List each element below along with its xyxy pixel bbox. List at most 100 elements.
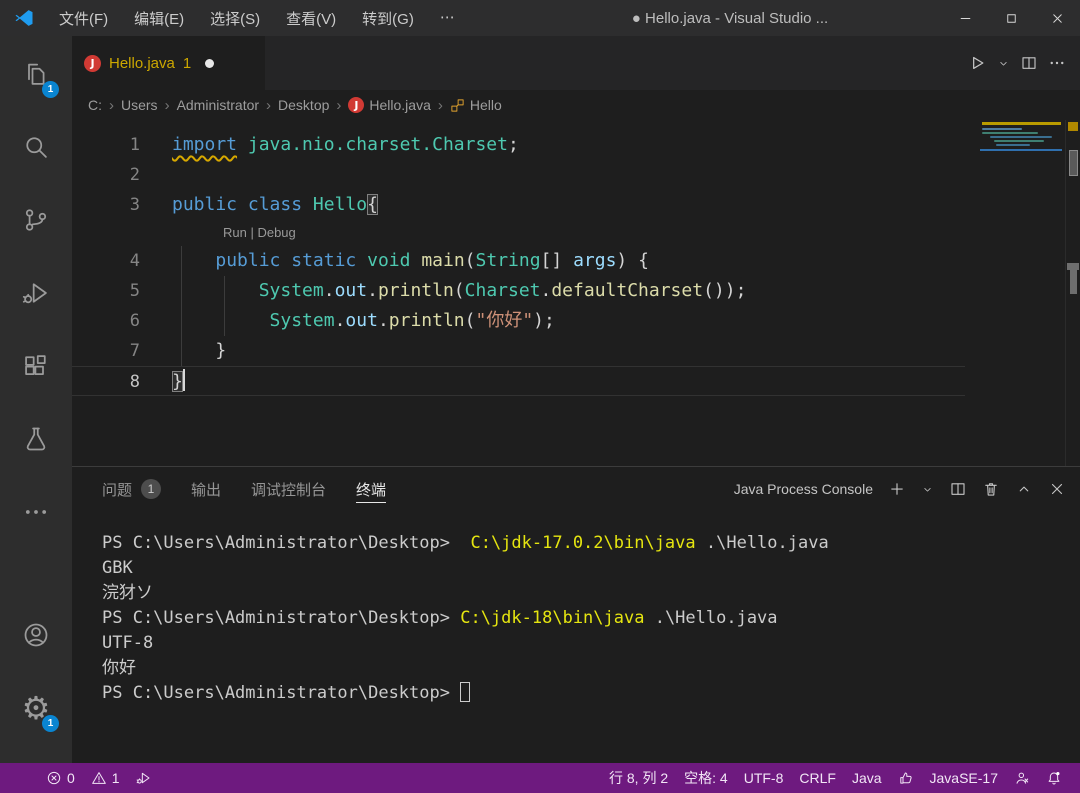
- window-title: ● Hello.java - Visual Studio ...: [631, 9, 829, 27]
- statusbar-eol[interactable]: CRLF: [791, 763, 844, 793]
- statusbar-cursor-position[interactable]: 行 8, 列 2: [601, 763, 676, 793]
- split-editor-button[interactable]: [1020, 54, 1038, 72]
- minimize-button[interactable]: [942, 0, 988, 36]
- tab-output[interactable]: 输出: [191, 467, 221, 511]
- breadcrumb-item-users[interactable]: Users: [121, 97, 158, 113]
- activitybar-item-run-and-debug[interactable]: [12, 269, 60, 317]
- terminal-line: UTF-8: [102, 631, 1080, 656]
- maximize-button[interactable]: [988, 0, 1034, 36]
- code-area: 1 import java.nio.charset.Charset; 2 3 publi…: [72, 130, 965, 396]
- line-number[interactable]: 7: [72, 336, 172, 366]
- statusbar-language-mode[interactable]: Java: [844, 763, 890, 793]
- chevron-down-small-icon: [997, 57, 1010, 70]
- breadcrumb-item-desktop[interactable]: Desktop: [278, 97, 329, 113]
- code-token: {: [367, 194, 378, 215]
- breadcrumb-separator: ›: [336, 96, 342, 114]
- more-actions-button[interactable]: [1048, 54, 1066, 72]
- close-icon: [1050, 11, 1065, 26]
- breadcrumb-label: C:: [88, 97, 102, 113]
- terminal-text: PS C:\Users\Administrator\Desktop>: [102, 683, 461, 703]
- code-text: System.out.println("你好");: [172, 306, 555, 336]
- line-number[interactable]: 8: [72, 367, 172, 395]
- modified-dot-icon[interactable]: [205, 58, 215, 68]
- testing-icon: [22, 425, 50, 453]
- breadcrumb-item-hellojava[interactable]: J Hello.java: [348, 97, 431, 113]
- vscode-window: 文件(F) 编辑(E) 选择(S) 查看(V) 转到(G) ⋯ ● Hello.java …: [0, 0, 1080, 793]
- menu-item[interactable]: 查看(V): [273, 5, 349, 32]
- activitybar-item-additional-views[interactable]: [12, 488, 60, 536]
- line-number[interactable]: 6: [72, 306, 172, 336]
- minimap[interactable]: [980, 120, 1066, 466]
- line-number[interactable]: 5: [72, 276, 172, 306]
- activitybar-item-source-control[interactable]: [12, 196, 60, 244]
- line-number[interactable]: 4: [72, 246, 172, 276]
- activitybar-item-extensions[interactable]: [12, 342, 60, 390]
- code-token: args: [573, 250, 617, 271]
- menu-item[interactable]: ⋯: [427, 5, 468, 32]
- run-button[interactable]: [967, 53, 987, 73]
- activitybar-item-testing[interactable]: [12, 415, 60, 463]
- close-panel-button[interactable]: [1048, 480, 1066, 498]
- tab-terminal[interactable]: 终端: [356, 467, 387, 511]
- terminal-session-select[interactable]: Java Process Console: [727, 481, 873, 497]
- line-number[interactable]: 3: [72, 190, 172, 220]
- menu-item[interactable]: 文件(F): [46, 5, 121, 32]
- breadcrumb-item-hello[interactable]: Hello: [450, 97, 502, 113]
- close-button[interactable]: [1034, 0, 1080, 36]
- statusbar-feedback[interactable]: [890, 763, 922, 793]
- activitybar-item-settings[interactable]: ⚙ 1: [12, 684, 60, 732]
- thumbs-up-icon: [898, 770, 914, 786]
- statusbar-problems-warnings[interactable]: 1: [83, 763, 128, 793]
- menu-item[interactable]: 编辑(E): [121, 5, 197, 32]
- code-text: public class Hello{: [172, 190, 378, 220]
- activitybar-item-search[interactable]: [12, 123, 60, 171]
- terminal-dropdown[interactable]: [921, 483, 934, 496]
- text-cursor: [182, 369, 185, 391]
- breadcrumb-item-c[interactable]: C:: [88, 97, 102, 113]
- code-text: import java.nio.charset.Charset;: [172, 130, 519, 160]
- statusbar-indentation[interactable]: 空格: 4: [676, 763, 736, 793]
- plus-icon: [888, 480, 906, 498]
- codelens-run-debug[interactable]: Run | Debug: [72, 220, 965, 246]
- line-number[interactable]: 2: [72, 160, 172, 190]
- code-line: 5 System.out.println(Charset.defaultChar…: [72, 276, 965, 306]
- status-bar: 01 行 8, 列 2 空格: 4 UTF-8 CRLF Java JavaSE-17: [0, 763, 1080, 793]
- code-token: defaultCharset: [551, 280, 704, 301]
- code-token: System: [269, 310, 335, 331]
- maximize-panel-button[interactable]: [1015, 480, 1033, 498]
- terminal-output[interactable]: PS C:\Users\Administrator\Desktop> C:\jd…: [72, 511, 1080, 763]
- tab-hello-java[interactable]: J Hello.java 1: [72, 36, 265, 90]
- tab-problems[interactable]: 问题 1: [102, 467, 162, 511]
- kill-terminal-button[interactable]: [982, 480, 1000, 498]
- terminal-text: UTF-8: [102, 633, 154, 653]
- activitybar-item-accounts[interactable]: [12, 611, 60, 659]
- breadcrumb-item-administrator[interactable]: Administrator: [177, 97, 259, 113]
- statusbar-problems-errors[interactable]: 0: [38, 763, 83, 793]
- code-token: main: [421, 250, 465, 271]
- split-terminal-button[interactable]: [949, 480, 967, 498]
- statusbar-java-runtime[interactable]: JavaSE-17: [922, 763, 1006, 793]
- editor[interactable]: 1 import java.nio.charset.Charset; 2 3 publi…: [72, 120, 1080, 466]
- breadcrumb-label: Desktop: [278, 97, 330, 113]
- code-token: );: [533, 310, 555, 331]
- tab-debug-console[interactable]: 调试控制台: [251, 467, 326, 511]
- statusbar-quick-run[interactable]: [128, 763, 160, 793]
- menu-item[interactable]: 转到(G): [349, 5, 427, 32]
- activitybar-item-explorer[interactable]: 1: [12, 50, 60, 98]
- statusbar-java-status[interactable]: [1006, 763, 1038, 793]
- split-editor-icon: [949, 480, 967, 498]
- minimap-line: [996, 144, 1030, 146]
- statusbar-notifications[interactable]: [1038, 763, 1070, 793]
- statusbar-label: 行 8, 列 2: [608, 770, 669, 786]
- ruler-mark: [1070, 270, 1077, 294]
- panel-header: 问题 1 输出 调试控制台 终端 Java Process Console: [72, 467, 1080, 511]
- line-number[interactable]: 1: [72, 130, 172, 160]
- new-terminal-button[interactable]: [888, 480, 906, 498]
- menu-item[interactable]: 选择(S): [197, 5, 273, 32]
- run-dropdown[interactable]: [997, 57, 1010, 70]
- panel-tab-label: 调试控制台: [251, 481, 327, 499]
- tab-problem-badge: 1: [182, 54, 192, 72]
- statusbar-encoding[interactable]: UTF-8: [736, 763, 792, 793]
- breadcrumb-separator: ›: [266, 96, 272, 114]
